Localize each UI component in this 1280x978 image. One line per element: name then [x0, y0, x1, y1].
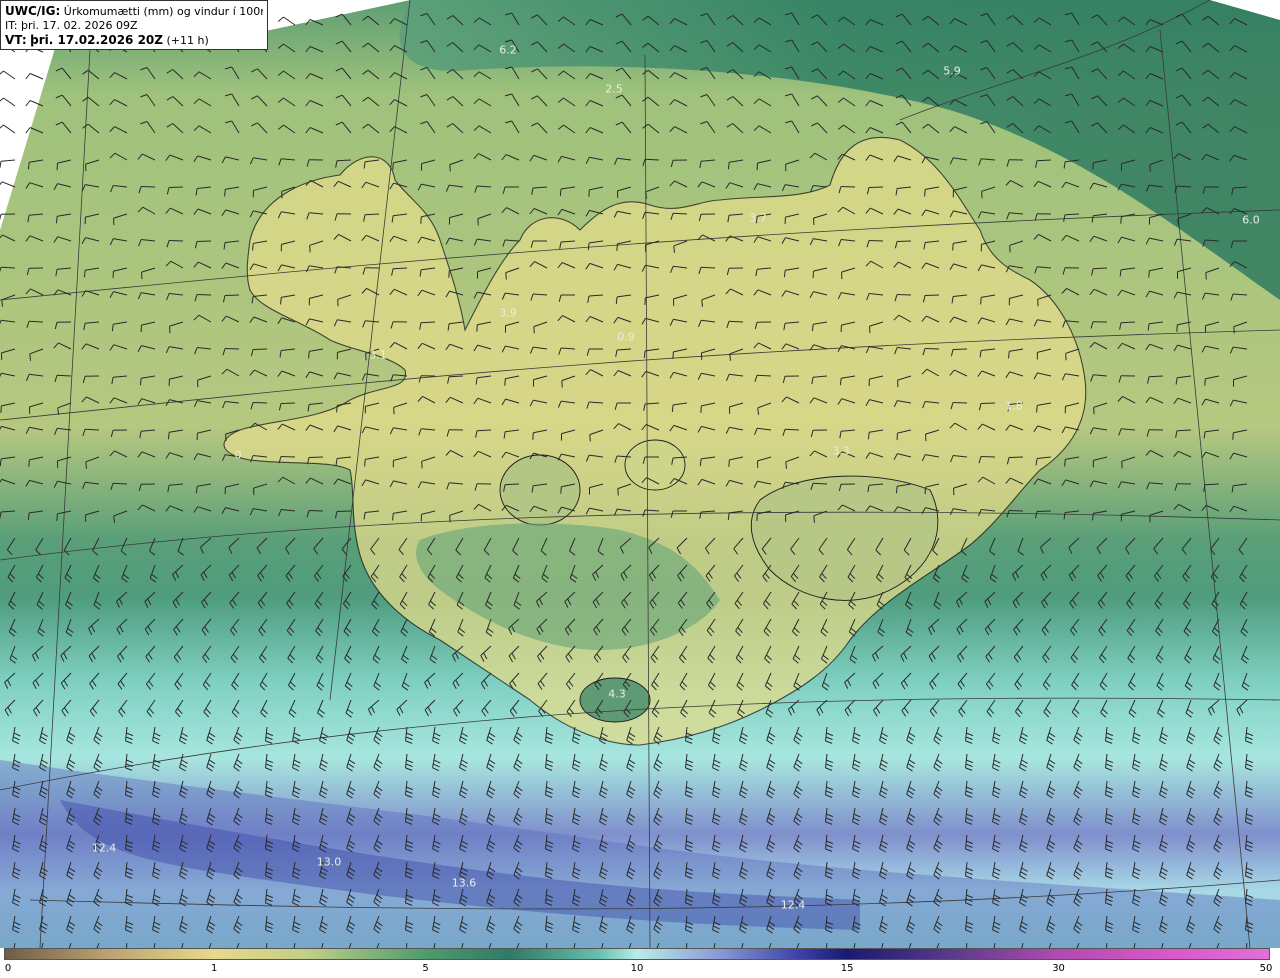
colorbar-tick-label: 0 — [4, 963, 12, 974]
colorbar-tick-label: 10 — [630, 963, 644, 974]
precip-value-label: 6.2 — [499, 43, 517, 57]
precip-value-label: 2.5 — [605, 82, 623, 96]
precip-value-label: 13.6 — [451, 876, 477, 890]
colorbar-tick-label: 15 — [840, 963, 854, 974]
init-time: þri. 17. 02. 2026 09Z — [20, 19, 138, 32]
model-name: UWC/IG: — [5, 4, 61, 18]
valid-label: VT: — [5, 33, 27, 47]
precip-value-label: 3.9 — [499, 306, 517, 320]
precipitation-wind-map — [0, 0, 1280, 948]
valid-time: þri. 17.02.2026 20Z — [30, 33, 163, 47]
precip-value-label: 12.4 — [780, 898, 806, 912]
colorbar-tick-label: 5 — [422, 963, 429, 974]
colorbar-tick-label: 1 — [210, 963, 218, 974]
precip-value-label: 0.9 — [617, 330, 635, 344]
precip-value-label: 12.4 — [91, 841, 117, 855]
map-title-box: UWC/IG: Úrkomumætti (mm) og vindur í 100… — [0, 0, 268, 50]
precip-value-label: 1.8 — [1005, 399, 1023, 413]
precip-value-label: 3.7 — [749, 211, 767, 225]
precip-value-label: 4.3 — [608, 687, 626, 701]
product-description: Úrkomumætti (mm) og vindur í 100m hæð — [63, 5, 263, 18]
precip-value-label: 3.1 — [369, 348, 387, 362]
colorbar: 0 1 5 10 15 30 50 — [0, 948, 1280, 978]
colorbar-strip — [4, 948, 1270, 960]
colorbar-tick-label: 30 — [1052, 963, 1065, 974]
colorbar-tick-label: 50 — [1259, 963, 1273, 974]
precip-value-label: 3.3 — [832, 444, 850, 458]
precip-value-label: 13.0 — [316, 855, 342, 869]
precip-value-label: 5.9 — [943, 64, 961, 78]
precip-value-label: 0 — [234, 448, 242, 462]
init-label: IT: — [5, 19, 18, 32]
lead-time: (+11 h) — [166, 34, 209, 47]
precip-value-label: 6.0 — [1242, 213, 1260, 227]
